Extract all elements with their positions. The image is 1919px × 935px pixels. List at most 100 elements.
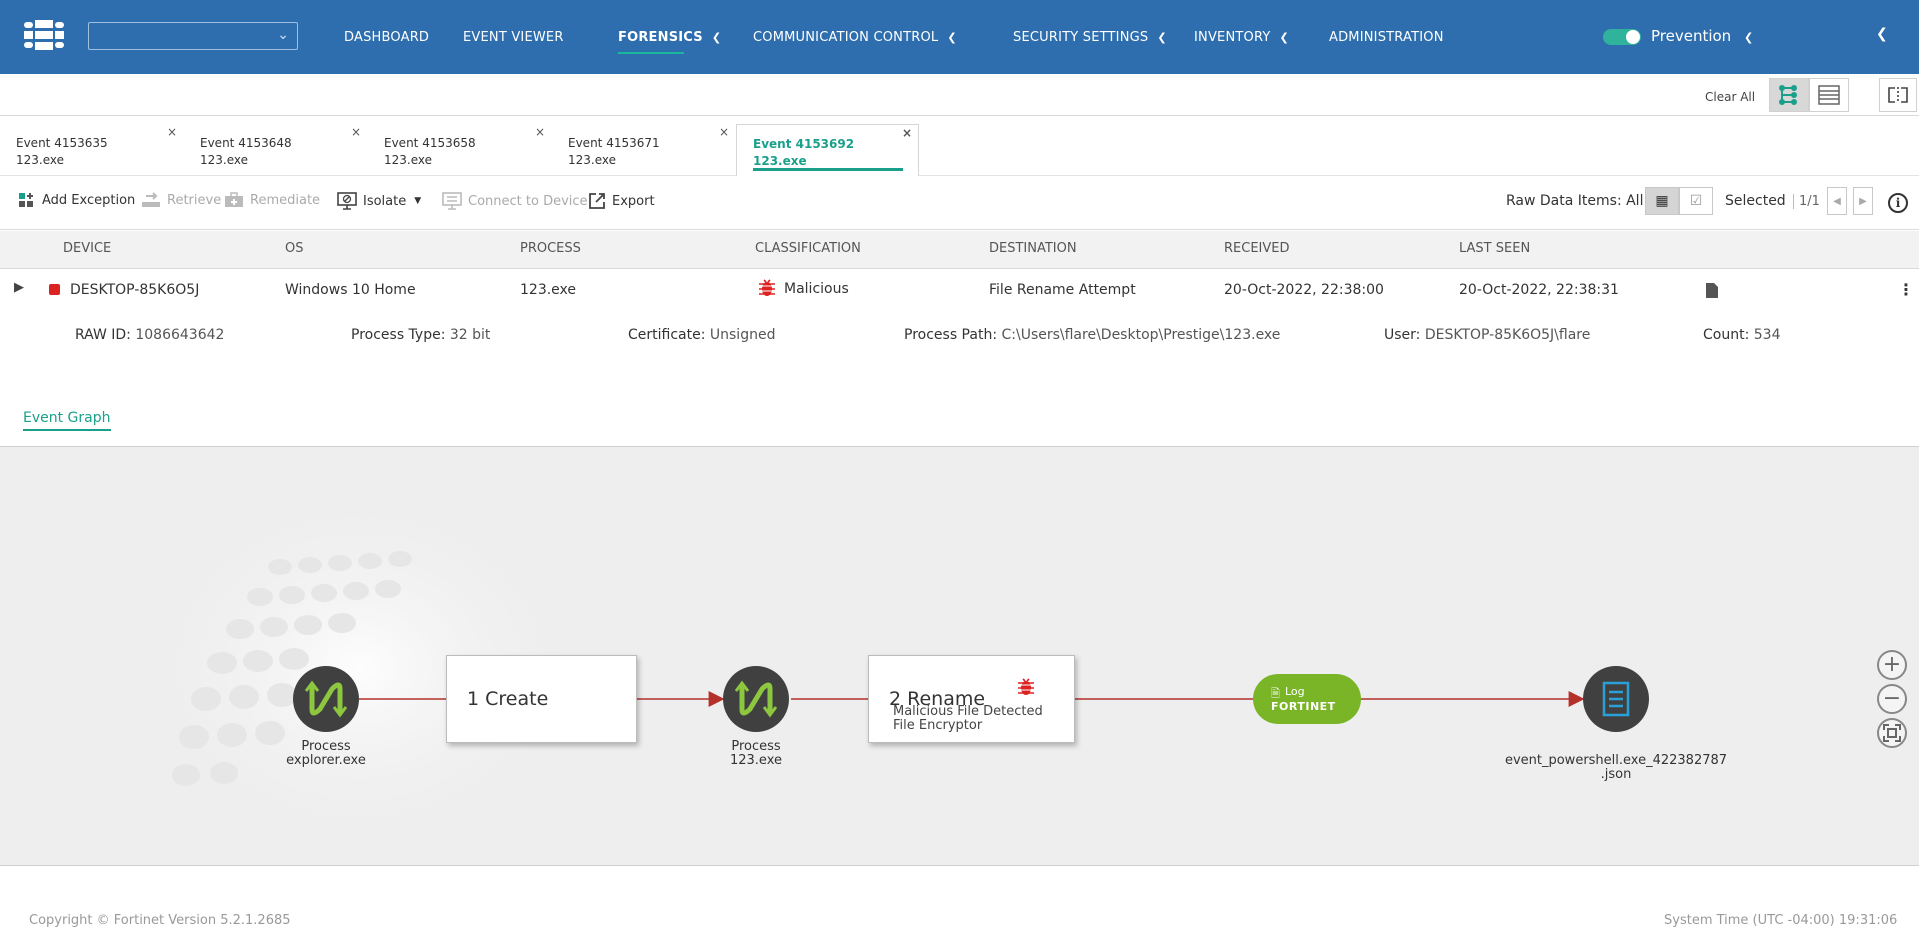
tab-process: 123.exe	[200, 153, 249, 167]
node-123-label: Process 123.exe	[706, 740, 806, 768]
export-button[interactable]: Export	[588, 192, 655, 210]
tab-event-4153671[interactable]: Event 4153671 123.exe ×	[552, 124, 735, 176]
nav-event-viewer[interactable]: EVENT VIEWER	[463, 0, 564, 74]
tab-event-4153635[interactable]: Event 4153635 123.exe ×	[0, 124, 183, 176]
raw-id-field: RAW ID: 1086643642	[75, 327, 224, 343]
tab-event-4153648[interactable]: Event 4153648 123.exe ×	[184, 124, 367, 176]
check-select-button[interactable]: ☑	[1679, 187, 1713, 215]
nav-security-settings[interactable]: SECURITY SETTINGS ❮	[1013, 0, 1167, 74]
status-indicator	[49, 284, 60, 295]
raw-data-items-label: Raw Data Items: All	[1506, 193, 1644, 209]
tab-event-id: Event 4153648	[200, 136, 292, 150]
nav-inventory[interactable]: INVENTORY ❮	[1194, 0, 1289, 74]
fit-to-screen-button[interactable]	[1877, 718, 1907, 748]
process-path-value: C:\Users\flare\Desktop\Prestige\123.exe	[1001, 327, 1281, 343]
checkbox-icon: ☑	[1689, 193, 1703, 209]
last-seen-cell: 20-Oct-2022, 22:38:31	[1459, 282, 1619, 298]
info-icon[interactable]: i	[1888, 193, 1908, 213]
remediate-icon	[225, 192, 243, 207]
node-json-label: event_powershell.exe_422382787 .json	[1476, 754, 1756, 782]
certificate-value: Unsigned	[709, 327, 776, 343]
nav-communication-control[interactable]: COMMUNICATION CONTROL ❮	[753, 0, 957, 74]
row-menu-icon[interactable]: ⋮	[1898, 280, 1914, 299]
prev-page-button[interactable]: ◀	[1827, 187, 1847, 215]
retrieve-button[interactable]: Retrieve	[141, 192, 221, 208]
action-card-create[interactable]: 1 Create	[446, 655, 637, 743]
chevron-down-icon: ❮	[1279, 30, 1289, 44]
column-header-process[interactable]: PROCESS	[520, 241, 581, 256]
column-header-device[interactable]: DEVICE	[63, 241, 111, 256]
user-menu-chevron-icon[interactable]: ❮	[1876, 26, 1888, 42]
column-header-classification[interactable]: CLASSIFICATION	[755, 241, 861, 256]
action-card-rename[interactable]: 2 Rename Malicious File Detected File En…	[868, 655, 1075, 743]
fortinet-logo-icon[interactable]	[24, 20, 64, 50]
split-view-button[interactable]	[1879, 78, 1917, 112]
process-type-label: Process Type:	[351, 327, 446, 343]
close-icon[interactable]: ×	[902, 125, 912, 142]
organization-selector[interactable]: ⌄	[88, 22, 298, 50]
tree-icon	[1779, 85, 1797, 105]
chevron-down-icon: ❮	[1157, 30, 1167, 44]
retrieve-label: Retrieve	[167, 192, 222, 208]
process-node-icon[interactable]	[293, 666, 359, 732]
connect-to-device-button[interactable]: Connect to Device	[442, 192, 588, 210]
grid-select-button[interactable]: ▦	[1645, 187, 1679, 215]
table-row[interactable]: ▶ DESKTOP-85K6O5J Windows 10 Home 123.ex…	[0, 270, 1919, 312]
file-node-icon[interactable]	[1583, 666, 1649, 732]
prevention-toggle[interactable]	[1603, 29, 1641, 45]
zoom-in-button[interactable]: +	[1877, 650, 1907, 680]
nav-dashboard[interactable]: DASHBOARD	[344, 0, 429, 74]
expand-row-icon[interactable]: ▶	[14, 280, 24, 295]
nav-forensics[interactable]: FORENSICS ❮	[618, 0, 721, 74]
table-view-button[interactable]	[1809, 78, 1849, 112]
column-header-received[interactable]: RECEIVED	[1224, 241, 1290, 256]
column-header-last-seen[interactable]: LAST SEEN	[1459, 241, 1530, 256]
process-cell: 123.exe	[520, 282, 577, 298]
document-icon[interactable]	[1706, 283, 1718, 302]
graph-view-button[interactable]	[1769, 78, 1809, 112]
add-exception-label: Add Exception	[42, 192, 136, 208]
caret-down-icon: ▼	[414, 196, 422, 206]
tab-event-graph[interactable]: Event Graph	[23, 410, 111, 431]
tab-event-id: Event 4153658	[384, 136, 476, 150]
column-header-os[interactable]: OS	[285, 241, 303, 256]
chevron-down-icon: ❮	[711, 30, 722, 44]
close-icon[interactable]: ×	[535, 124, 545, 141]
close-icon[interactable]: ×	[719, 124, 729, 141]
isolate-dropdown[interactable]: Isolate ▼	[337, 192, 421, 210]
node-name: event_powershell.exe_422382787	[1504, 753, 1728, 768]
connect-device-icon	[442, 192, 462, 210]
nav-label: COMMUNICATION CONTROL	[753, 29, 939, 45]
os-cell: Windows 10 Home	[285, 282, 416, 298]
clear-all-button[interactable]: Clear All	[1705, 90, 1755, 104]
list-view-icon	[1818, 85, 1840, 105]
zoom-out-button[interactable]: −	[1877, 684, 1907, 714]
tab-event-4153658[interactable]: Event 4153658 123.exe ×	[368, 124, 551, 176]
nav-administration[interactable]: ADMINISTRATION	[1329, 0, 1444, 74]
chevron-down-icon: ❮	[1743, 31, 1754, 44]
isolate-label: Isolate	[363, 193, 407, 209]
node-explorer-label: Process explorer.exe	[276, 740, 376, 768]
next-page-button[interactable]: ▶	[1853, 187, 1873, 215]
remediate-button[interactable]: Remediate	[224, 192, 320, 208]
classification-cell: Malicious	[758, 278, 849, 298]
mode-dropdown[interactable]: Prevention ❮	[1651, 27, 1753, 45]
action-detail: File Encryptor	[893, 718, 983, 733]
log-node[interactable]: 🗎 Log FORTINET	[1253, 674, 1361, 724]
process-node-icon[interactable]	[723, 666, 789, 732]
close-icon[interactable]: ×	[351, 124, 361, 141]
export-label: Export	[612, 193, 655, 209]
add-exception-button[interactable]: Add Exception	[18, 192, 135, 208]
device-name: DESKTOP-85K6O5J	[70, 282, 200, 298]
event-details: RAW ID: 1086643642 Process Type: 32 bit …	[0, 318, 1919, 354]
action-toolbar: Add Exception Retrieve Remediate Isolate…	[0, 176, 1919, 230]
event-graph-canvas[interactable]: Process explorer.exe 1 Create Process 12…	[0, 446, 1919, 866]
connect-label: Connect to Device	[468, 193, 588, 209]
log-label: Log	[1285, 685, 1305, 698]
close-icon[interactable]: ×	[167, 124, 177, 141]
tab-event-4153692[interactable]: Event 4153692 123.exe ×	[736, 124, 919, 176]
grid-icon: ▦	[1655, 193, 1669, 209]
column-header-destination[interactable]: DESTINATION	[989, 241, 1077, 256]
add-exception-icon	[19, 193, 33, 207]
active-tab-underline	[753, 168, 903, 171]
